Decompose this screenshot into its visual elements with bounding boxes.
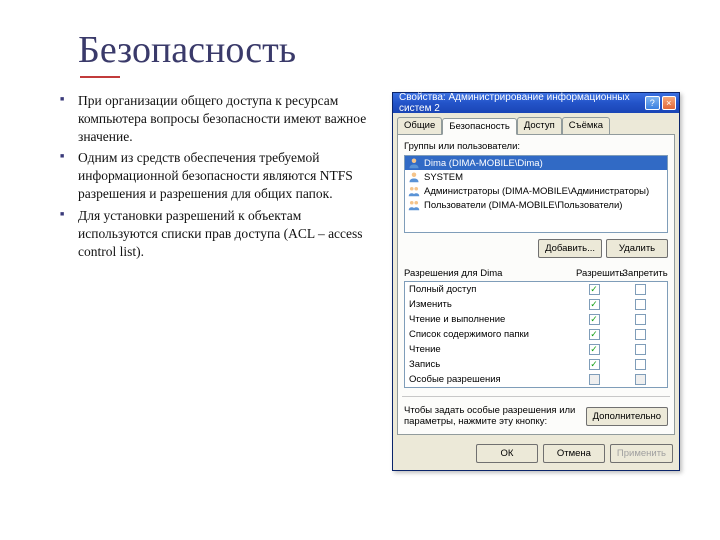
- permission-row: Изменить ✓: [405, 297, 667, 312]
- tab-general[interactable]: Общие: [397, 117, 442, 134]
- user-label: Пользователи (DIMA-MOBILE\Пользователи): [424, 200, 622, 211]
- title-underline: [80, 76, 120, 78]
- allow-checkbox[interactable]: ✓: [589, 329, 600, 340]
- apply-button[interactable]: Применить: [610, 444, 673, 463]
- add-button[interactable]: Добавить...: [538, 239, 602, 258]
- permission-row: Запись ✓: [405, 357, 667, 372]
- tab-panel-security: Группы или пользователи: Dima (DIMA-MOBI…: [397, 134, 675, 435]
- permissions-label: Разрешения для Dima: [404, 268, 576, 279]
- permission-name: Полный доступ: [409, 284, 571, 295]
- group-icon: [408, 199, 420, 211]
- dialog-title: Свойства: Администрирование информационн…: [399, 92, 643, 114]
- deny-checkbox[interactable]: [635, 359, 646, 370]
- user-row[interactable]: Администраторы (DIMA-MOBILE\Администрато…: [405, 184, 667, 198]
- deny-checkbox[interactable]: [635, 374, 646, 385]
- permission-name: Чтение: [409, 344, 571, 355]
- tab-sharing[interactable]: Доступ: [517, 117, 562, 134]
- column-deny: Запретить: [622, 268, 668, 279]
- permission-name: Чтение и выполнение: [409, 314, 571, 325]
- allow-checkbox[interactable]: ✓: [589, 344, 600, 355]
- bullet-item: При организации общего доступа к ресурса…: [60, 92, 376, 145]
- help-button[interactable]: ?: [645, 96, 659, 110]
- tab-strip: Общие Безопасность Доступ Съёмка: [393, 113, 679, 134]
- user-row[interactable]: Пользователи (DIMA-MOBILE\Пользователи): [405, 198, 667, 212]
- user-icon: [408, 157, 420, 169]
- user-label: SYSTEM: [424, 172, 463, 183]
- deny-checkbox[interactable]: [635, 299, 646, 310]
- allow-checkbox[interactable]: ✓: [589, 314, 600, 325]
- ok-button[interactable]: ОК: [476, 444, 538, 463]
- permission-name: Особые разрешения: [409, 374, 571, 385]
- allow-checkbox[interactable]: ✓: [589, 284, 600, 295]
- permission-row: Особые разрешения: [405, 372, 667, 387]
- allow-checkbox[interactable]: [589, 374, 600, 385]
- allow-checkbox[interactable]: ✓: [589, 359, 600, 370]
- remove-button[interactable]: Удалить: [606, 239, 668, 258]
- cancel-button[interactable]: Отмена: [543, 444, 605, 463]
- permission-row: Чтение и выполнение ✓: [405, 312, 667, 327]
- bullet-item: Для установки разрешений к объектам испо…: [60, 207, 376, 260]
- permission-row: Список содержимого папки ✓: [405, 327, 667, 342]
- user-icon: [408, 171, 420, 183]
- column-allow: Разрешить: [576, 268, 622, 279]
- users-listbox[interactable]: Dima (DIMA-MOBILE\Dima) SYSTEM Администр…: [404, 155, 668, 233]
- deny-checkbox[interactable]: [635, 284, 646, 295]
- permission-row: Полный доступ ✓: [405, 282, 667, 297]
- advanced-hint: Чтобы задать особые разрешения или парам…: [404, 405, 580, 428]
- group-icon: [408, 185, 420, 197]
- dialog-titlebar[interactable]: Свойства: Администрирование информационн…: [393, 93, 679, 113]
- bullet-list: При организации общего доступа к ресурса…: [60, 92, 376, 264]
- separator: [402, 396, 670, 397]
- properties-dialog: Свойства: Администрирование информационн…: [392, 92, 680, 471]
- user-label: Dima (DIMA-MOBILE\Dima): [424, 158, 543, 169]
- bullet-item: Одним из средств обеспечения требуемой и…: [60, 149, 376, 202]
- permission-name: Список содержимого папки: [409, 329, 571, 340]
- groups-label: Группы или пользователи:: [404, 141, 668, 152]
- deny-checkbox[interactable]: [635, 329, 646, 340]
- permission-name: Запись: [409, 359, 571, 370]
- tab-other[interactable]: Съёмка: [562, 117, 610, 134]
- allow-checkbox[interactable]: ✓: [589, 299, 600, 310]
- advanced-button[interactable]: Дополнительно: [586, 407, 668, 426]
- permission-name: Изменить: [409, 299, 571, 310]
- user-row[interactable]: SYSTEM: [405, 170, 667, 184]
- slide-title: Безопасность: [78, 28, 680, 72]
- deny-checkbox[interactable]: [635, 344, 646, 355]
- permissions-list: Полный доступ✓Изменить✓Чтение и выполнен…: [404, 281, 668, 388]
- deny-checkbox[interactable]: [635, 314, 646, 325]
- user-row[interactable]: Dima (DIMA-MOBILE\Dima): [405, 156, 667, 170]
- close-button[interactable]: ×: [662, 96, 676, 110]
- tab-security[interactable]: Безопасность: [442, 118, 517, 135]
- user-label: Администраторы (DIMA-MOBILE\Администрато…: [424, 186, 649, 197]
- permission-row: Чтение ✓: [405, 342, 667, 357]
